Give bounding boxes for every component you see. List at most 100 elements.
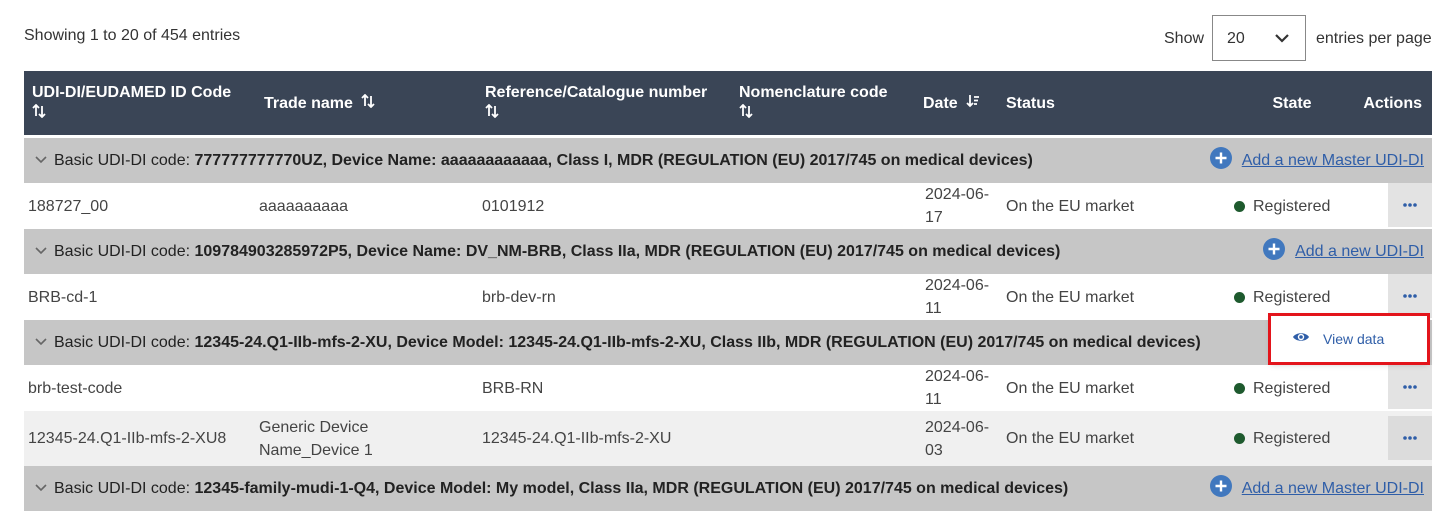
cell-nomen bbox=[727, 411, 911, 466]
cell-actions bbox=[1350, 274, 1432, 320]
view-data-menu-item[interactable]: View data bbox=[1276, 321, 1418, 357]
group-detail: 109784903285972P5, Device Name: DV_NM-BR… bbox=[194, 242, 1061, 260]
col-trade-header[interactable]: Trade name bbox=[250, 71, 471, 135]
group-detail: 777777777770UZ, Device Name: aaaaaaaaaaa… bbox=[194, 151, 1033, 169]
sort-icon[interactable] bbox=[32, 103, 250, 124]
add-link-label: Add a new UDI-DI bbox=[1295, 242, 1424, 260]
col-udi-header[interactable]: UDI-DI/EUDAMED ID Code bbox=[24, 71, 250, 135]
table-toolbar: Showing 1 to 20 of 454 entries Show 20 e… bbox=[0, 0, 1448, 70]
col-status-header: Status bbox=[1002, 71, 1226, 135]
devices-table: UDI-DI/EUDAMED ID Code Trade name Refere… bbox=[24, 71, 1432, 511]
cell-ref: 0101912 bbox=[482, 197, 545, 215]
cell-nomen bbox=[727, 274, 911, 320]
plus-circle-icon bbox=[1262, 237, 1286, 266]
chevron-down-icon bbox=[1273, 29, 1291, 52]
cell-actions bbox=[1350, 411, 1432, 466]
cell-state: Registered bbox=[1226, 411, 1350, 466]
cell-udi: 188727_00 bbox=[28, 197, 109, 215]
group-label: Basic UDI-DI code: bbox=[54, 333, 191, 351]
cell-state: Registered bbox=[1226, 365, 1350, 411]
cell-actions bbox=[1350, 365, 1432, 411]
col-nomen-header[interactable]: Nomenclature code bbox=[727, 71, 911, 135]
chevron-down-icon[interactable] bbox=[34, 243, 48, 261]
sort-icon[interactable] bbox=[361, 93, 376, 114]
eye-icon bbox=[1292, 330, 1310, 348]
col-ref-label: Reference/Catalogue number bbox=[485, 84, 708, 101]
col-udi-label: UDI-DI/EUDAMED ID Code bbox=[32, 84, 232, 101]
state-label: Registered bbox=[1253, 430, 1331, 447]
cell-status: On the EU market bbox=[1006, 430, 1135, 447]
row-actions-button[interactable] bbox=[1388, 416, 1432, 460]
group-row[interactable]: Basic UDI-DI code: 12345-24.Q1-IIb-mfs-2… bbox=[24, 320, 1432, 365]
more-icon bbox=[1403, 203, 1417, 207]
sort-icon[interactable] bbox=[739, 103, 911, 124]
cell-status: On the EU market bbox=[1006, 288, 1135, 306]
cell-trade bbox=[250, 274, 471, 320]
state-label: Registered bbox=[1253, 379, 1331, 397]
col-actions-header: Actions bbox=[1350, 71, 1432, 135]
state-label: Registered bbox=[1253, 288, 1331, 306]
cell-state: Registered bbox=[1226, 274, 1350, 320]
more-icon bbox=[1403, 294, 1417, 298]
cell-udi: 12345-24.Q1-IIb-mfs-2-XU8 bbox=[28, 430, 227, 447]
state-label: Registered bbox=[1253, 197, 1331, 215]
row-actions-menu: View data bbox=[1271, 316, 1427, 362]
cell-status: On the EU market bbox=[1006, 197, 1135, 215]
col-nomen-label: Nomenclature code bbox=[739, 84, 888, 101]
row-actions-button[interactable] bbox=[1388, 274, 1432, 318]
cell-ref: brb-dev-rn bbox=[482, 288, 556, 306]
sort-icon[interactable] bbox=[485, 103, 727, 124]
cell-nomen bbox=[727, 183, 911, 229]
table-row: 12345-24.Q1-IIb-mfs-2-XU8 Generic Device… bbox=[24, 411, 1432, 466]
col-trade-label: Trade name bbox=[264, 94, 353, 112]
plus-circle-icon bbox=[1209, 146, 1233, 175]
cell-trade bbox=[250, 365, 471, 411]
row-actions-button[interactable] bbox=[1388, 183, 1432, 227]
page-size-value: 20 bbox=[1227, 30, 1245, 47]
table-row: BRB-cd-1 brb-dev-rn 2024-06-11 On the EU… bbox=[24, 274, 1432, 320]
group-label: Basic UDI-DI code: bbox=[54, 242, 191, 260]
group-detail: 12345-family-mudi-1-Q4, Device Model: My… bbox=[194, 479, 1069, 497]
more-icon bbox=[1403, 436, 1417, 440]
page-size-select[interactable]: 20 bbox=[1212, 15, 1306, 61]
col-date-header[interactable]: Date bbox=[911, 71, 1002, 135]
chevron-down-icon[interactable] bbox=[34, 152, 48, 170]
cell-udi: brb-test-code bbox=[28, 379, 123, 397]
entries-per-page-label: entries per page bbox=[1316, 30, 1432, 47]
cell-trade: Generic Device Name_Device 1 bbox=[259, 418, 373, 459]
chevron-down-icon[interactable] bbox=[34, 480, 48, 498]
add-udi-link[interactable]: Add a new UDI-DI bbox=[1262, 237, 1432, 266]
add-master-udi-link[interactable]: Add a new Master UDI-DI bbox=[1209, 474, 1432, 503]
group-row[interactable]: Basic UDI-DI code: 109784903285972P5, De… bbox=[24, 229, 1432, 274]
chevron-down-icon[interactable] bbox=[34, 334, 48, 352]
plus-circle-icon bbox=[1209, 474, 1233, 503]
cell-date: 2024-06-17 bbox=[925, 186, 990, 226]
add-link-label: Add a new Master UDI-DI bbox=[1241, 479, 1424, 497]
cell-ref: BRB-RN bbox=[482, 379, 544, 397]
group-detail: 12345-24.Q1-IIb-mfs-2-XU, Device Model: … bbox=[194, 333, 1201, 351]
view-data-label: View data bbox=[1323, 331, 1385, 347]
cell-state: Registered bbox=[1226, 183, 1350, 229]
table-header: UDI-DI/EUDAMED ID Code Trade name Refere… bbox=[24, 71, 1432, 135]
group-row[interactable]: Basic UDI-DI code: 777777777770UZ, Devic… bbox=[24, 138, 1432, 183]
col-status-label: Status bbox=[1006, 94, 1055, 112]
col-state-label: State bbox=[1272, 94, 1312, 112]
cell-udi: BRB-cd-1 bbox=[28, 288, 98, 306]
group-label: Basic UDI-DI code: bbox=[54, 151, 191, 169]
col-ref-header[interactable]: Reference/Catalogue number bbox=[471, 71, 727, 135]
table-row: 188727_00 aaaaaaaaaa 0101912 2024-06-17 … bbox=[24, 183, 1432, 229]
cell-nomen bbox=[727, 365, 911, 411]
show-label: Show bbox=[1164, 30, 1205, 47]
add-master-udi-link[interactable]: Add a new Master UDI-DI bbox=[1209, 146, 1432, 175]
entries-info: Showing 1 to 20 of 454 entries bbox=[24, 27, 241, 44]
cell-date: 2024-06-11 bbox=[925, 277, 990, 317]
group-row[interactable]: Basic UDI-DI code: 12345-family-mudi-1-Q… bbox=[24, 466, 1432, 511]
table-row: brb-test-code BRB-RN 2024-06-11 On the E… bbox=[24, 365, 1432, 411]
row-actions-button[interactable] bbox=[1388, 365, 1432, 409]
col-actions-label: Actions bbox=[1363, 94, 1422, 112]
cell-actions bbox=[1350, 183, 1432, 229]
group-label: Basic UDI-DI code: bbox=[54, 479, 191, 497]
col-date-label: Date bbox=[923, 94, 958, 112]
sort-desc-icon[interactable] bbox=[966, 93, 980, 114]
col-state-header: State bbox=[1226, 71, 1350, 135]
